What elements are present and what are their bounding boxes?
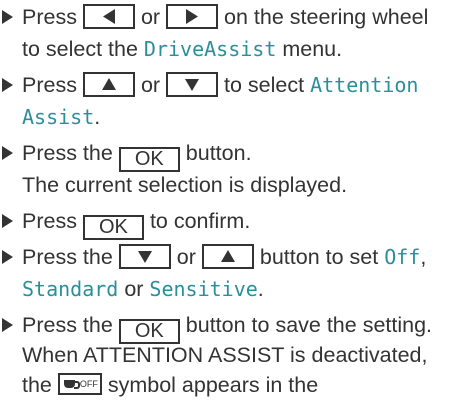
display-item-assist: Assist (22, 105, 95, 129)
step-6-line-1: Press the OK button to save the setting. (0, 310, 432, 344)
step-6-pre: Press the (22, 313, 113, 337)
step-3-line-1: Press the OK button. (0, 138, 252, 172)
step-2-or: or (140, 73, 161, 97)
arrow-up-key-icon (201, 244, 254, 269)
attention-assist-off-symbol-icon: OFF (57, 373, 102, 395)
step-2-pre: Press (22, 73, 77, 97)
step-4-post: to confirm. (149, 209, 251, 233)
step-1-line2-pre: to select the (22, 37, 138, 61)
step-4-pre: Press (22, 209, 77, 233)
step-2-line-1: Press or to select Attention (0, 70, 418, 100)
arrow-down-key-icon (166, 72, 219, 97)
step-2-post: to select (224, 73, 305, 97)
step-2-line-2: Assist. (22, 102, 100, 132)
step-1-or: or (140, 5, 161, 29)
step-1-pre: Press (22, 5, 77, 29)
step-4-line-1: Press OK to confirm. (0, 206, 250, 240)
step-5-period: . (257, 277, 264, 301)
step-6-line-2: When ATTENTION ASSIST is deactivated, (22, 340, 427, 370)
step-6-note: When ATTENTION ASSIST is deactivated, (22, 343, 428, 367)
step-5-or: or (176, 245, 196, 269)
symbol-off-label: OFF (79, 379, 98, 389)
step-5-comma: , (420, 245, 427, 269)
step-5-pre: Press the (22, 245, 113, 269)
step-6-post: button to save the setting. (185, 313, 433, 337)
step-5-line-1: Press the or button to set Off, (0, 242, 426, 272)
step-5-post: button to set (259, 245, 379, 269)
arrow-right-key-icon (166, 4, 219, 29)
arrow-down-key-icon (118, 244, 171, 269)
step-2-period: . (94, 105, 101, 129)
bullet-icon (2, 78, 13, 92)
step-1-line2-post: menu. (282, 37, 343, 61)
step-3-line-2: The current selection is displayed. (22, 170, 347, 200)
step-3-result: The current selection is displayed. (22, 173, 348, 197)
step-1-post: on the steering wheel (224, 5, 429, 29)
ok-key: OK (118, 147, 180, 172)
step-3-pre: Press the (22, 141, 113, 165)
display-option-off: Off (384, 245, 421, 269)
bullet-icon (2, 214, 13, 228)
bullet-icon (2, 146, 13, 160)
step-1-line-2: to select the DriveAssist menu. (22, 34, 342, 64)
step-6-line3-pre: the (22, 373, 52, 397)
arrow-left-key-icon (82, 4, 135, 29)
bullet-icon (2, 318, 13, 332)
display-item-attention: Attention (310, 73, 419, 97)
bullet-icon (2, 10, 13, 24)
arrow-up-key-icon (82, 72, 135, 97)
display-menu-driveassist: DriveAssist (143, 37, 277, 61)
step-6-line3-post: symbol appears in the (107, 373, 319, 397)
step-3-post: button. (185, 141, 252, 165)
ok-key: OK (82, 215, 144, 240)
display-option-sensitive: Sensitive (149, 277, 258, 301)
step-1-line-1: Press or on the steering wheel (0, 2, 428, 32)
step-6-line-3: the OFF symbol appears in the (22, 370, 318, 400)
bullet-icon (2, 250, 13, 264)
step-5-or-2: or (124, 277, 144, 301)
display-option-standard: Standard (22, 277, 119, 301)
step-5-line-2: Standard or Sensitive. (22, 274, 264, 304)
